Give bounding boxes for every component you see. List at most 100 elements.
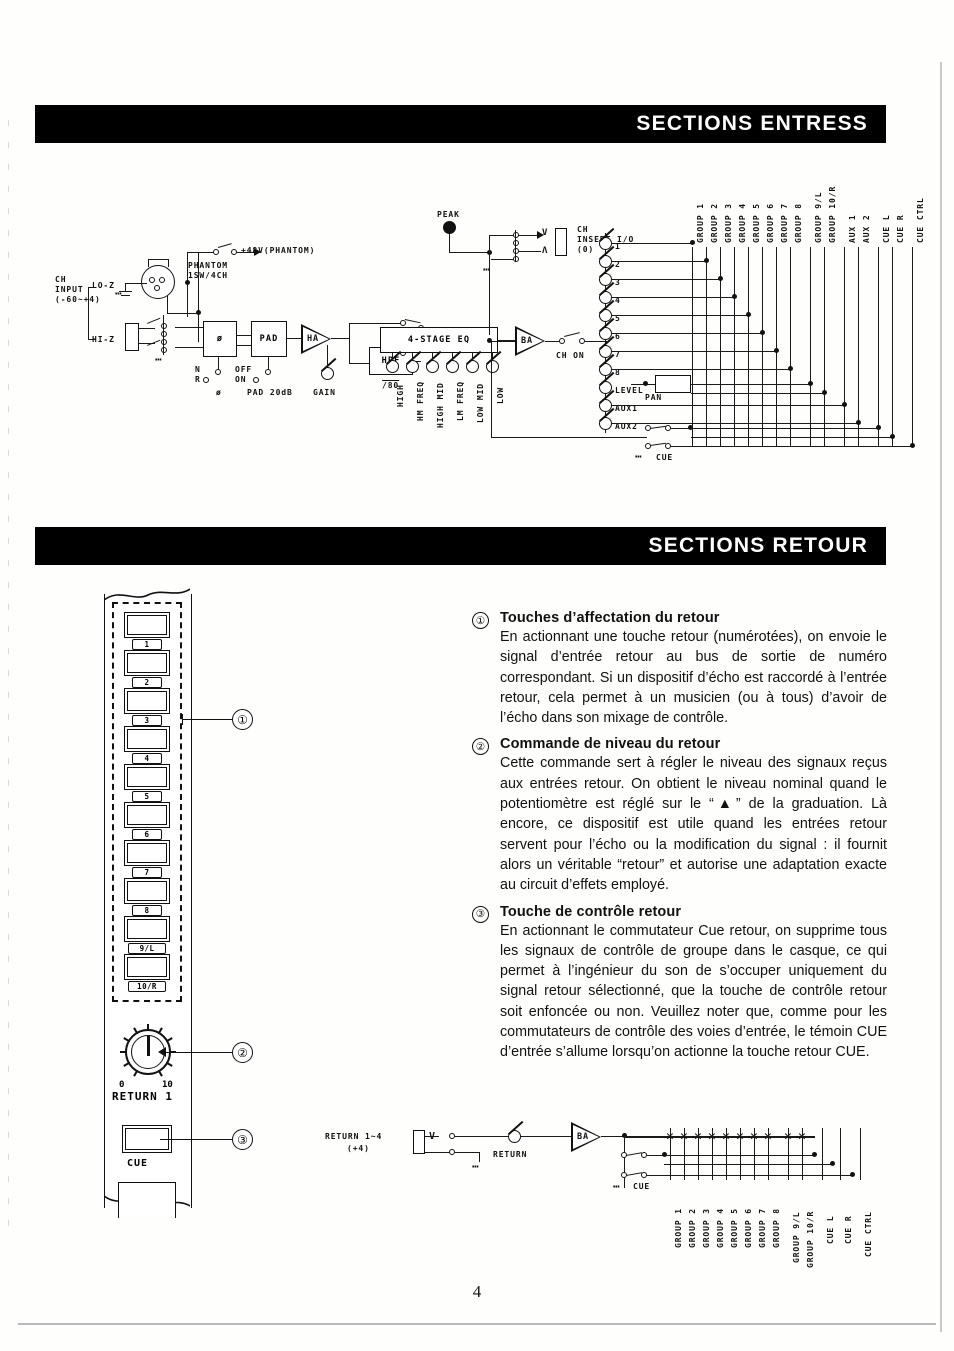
- bus-label-group-6: GROUP 6: [766, 202, 775, 243]
- return-bus-label-cue-r: CUE R: [844, 1215, 853, 1244]
- body-text-column: ① Touches d’affectation du retour En act…: [472, 610, 887, 1071]
- text-item-1-body: En actionnant une touche retour (numérot…: [500, 629, 887, 727]
- phase-box-label: ø: [216, 334, 224, 344]
- return-bus-label-cue-ctrl: CUE CTRL: [864, 1211, 873, 1257]
- phase-pos-n-label: N: [195, 365, 201, 374]
- callout-marker-3-label: ③: [237, 1132, 248, 1147]
- return-assign-label-1: 1: [144, 640, 150, 649]
- return-assign-cap-7: 7: [132, 867, 162, 878]
- bus-label-group-10r: GROUP 10/R: [828, 185, 837, 243]
- bus-label-group-1: GROUP 1: [696, 202, 705, 243]
- ba-box-label: BA: [521, 336, 534, 346]
- phantom-supply-label: +48V(PHANTOM): [241, 246, 316, 255]
- callout-marker-1: ①: [232, 709, 253, 730]
- cue-label: CUE: [656, 453, 674, 462]
- pad-pos-off-label: OFF: [235, 365, 253, 374]
- input-section-block-diagram: CH INPUT (-60~+4) LO-Z HI-Z ⋯ +48V(PHANT…: [55, 186, 925, 485]
- ground-symbol-icon-4: ⋯: [635, 450, 642, 463]
- return-assign-cap-2: 2: [132, 677, 162, 688]
- bus-label-group-4: GROUP 4: [738, 202, 747, 243]
- return-assign-label-7: 7: [144, 868, 150, 877]
- peak-label: PEAK: [437, 210, 460, 219]
- return-assign-button-3[interactable]: [124, 688, 170, 714]
- scan-artifact-bottom: [18, 1323, 936, 1325]
- ground-symbol-icon-3: ⋯: [483, 263, 490, 276]
- bus-label-cue-ctrl: CUE CTRL: [916, 197, 925, 243]
- bus-label-cue-r: CUE R: [896, 214, 905, 243]
- eq-knob-lm-freq-icon: [446, 360, 459, 373]
- hi-z-jack-icon: [125, 323, 139, 351]
- eq-label-lm-freq: LM FREQ: [456, 380, 465, 421]
- bus-label-cue-l: CUE L: [882, 214, 891, 243]
- return-bus-label-group-5: GROUP 5: [730, 1207, 739, 1248]
- bus-label-group-8: GROUP 8: [794, 202, 803, 243]
- return-assign-cap-10r: 10/R: [128, 981, 166, 992]
- callout-line-3: [160, 1139, 232, 1141]
- eq-knob-high-mid-icon: [426, 360, 439, 373]
- eq-label-low: LOW: [496, 386, 505, 404]
- return-section-block-diagram: RETURN 1~4 (+4) V ⋯ RETURN BA CUE ⋯ ✕ ✕ …: [325, 1120, 915, 1295]
- phantom-switch-label: PHANTOM 1SW/4CH: [188, 261, 229, 280]
- callout-arrow-2: [158, 1047, 166, 1057]
- panel-lower-plate: [118, 1182, 176, 1218]
- return-knob-scale-max: 10: [162, 1080, 173, 1090]
- pad-label: PAD 20dB: [247, 388, 293, 397]
- return-assign-button-7[interactable]: [124, 840, 170, 866]
- eq-block: 4-STAGE EQ: [380, 327, 498, 353]
- return-assign-button-2[interactable]: [124, 650, 170, 676]
- bus-label-group-5: GROUP 5: [752, 202, 761, 243]
- ha-box-label: HA: [307, 334, 320, 344]
- callout-line-2: [160, 1052, 232, 1054]
- return-assign-button-8[interactable]: [124, 878, 170, 904]
- return-assign-button-4[interactable]: [124, 726, 170, 752]
- text-item-2-body: Cette commande sert à régler le niveau d…: [500, 755, 887, 894]
- return-panel-illustration: 1 2 3 4 5 6 7 8 9/L 10/R ① 0 10 RETURN 1…: [100, 586, 253, 1218]
- return-bus-label-group-7: GROUP 7: [758, 1207, 767, 1248]
- return-bus-label-group-8: GROUP 8: [772, 1207, 781, 1248]
- return-assign-label-3: 3: [144, 716, 150, 725]
- gain-label: GAIN: [313, 388, 336, 397]
- return-knob-label: RETURN 1: [112, 1090, 173, 1103]
- return-assign-label-8: 8: [144, 906, 150, 915]
- return-bus-label-group-4: GROUP 4: [716, 1207, 725, 1248]
- text-item-2: ② Commande de niveau du retour Cette com…: [472, 736, 887, 895]
- return-bus-label-group-3: GROUP 3: [702, 1207, 711, 1248]
- return-assign-cap-1: 1: [132, 639, 162, 650]
- eq-knob-hm-freq-icon: [406, 360, 419, 373]
- peak-led-icon: [443, 221, 456, 234]
- return-assign-button-1[interactable]: [124, 612, 170, 638]
- text-item-3-title: Touche de contrôle retour: [500, 903, 682, 920]
- text-item-1-title: Touches d’affectation du retour: [500, 610, 720, 626]
- eq-knob-low-icon: [486, 360, 499, 373]
- return-knob-scale-min: 0: [119, 1080, 125, 1090]
- return-assign-button-5[interactable]: [124, 764, 170, 790]
- return-assign-label-9l: 9/L: [139, 944, 155, 953]
- return-assign-button-10r[interactable]: [124, 954, 170, 980]
- pad-box-label: PAD: [259, 334, 279, 344]
- return-assign-label-10r: 10/R: [137, 982, 157, 991]
- eq-label-high: HIGH: [396, 384, 405, 407]
- panel-torn-top-edge: [104, 588, 190, 601]
- hi-z-label: HI-Z: [92, 335, 115, 344]
- text-item-1-marker: ①: [472, 612, 489, 629]
- return-assign-cap-4: 4: [132, 753, 162, 764]
- gain-knob-icon: [321, 367, 334, 380]
- insert-out-symbol: Λ: [542, 246, 549, 256]
- callout-marker-1-label: ①: [237, 712, 248, 727]
- return-bus-label-group-2: GROUP 2: [688, 1207, 697, 1248]
- xlr-connector-icon: [141, 265, 175, 299]
- return-bus-label-group-1: GROUP 1: [674, 1207, 683, 1248]
- phase-label: ø: [216, 388, 222, 397]
- callout-marker-2-label: ②: [237, 1045, 248, 1060]
- return-cue-button-label: CUE: [127, 1158, 149, 1169]
- callout-line-1: [182, 719, 232, 721]
- eq-label-hm-freq: HM FREQ: [416, 380, 425, 421]
- return-assign-button-6[interactable]: [124, 802, 170, 828]
- return-cue-label: CUE: [633, 1182, 651, 1191]
- text-item-3-marker: ③: [472, 905, 489, 923]
- return-bus-label-group-10r: GROUP 10/R: [806, 1210, 815, 1268]
- section-header-entress: SECTIONS ENTRESS: [35, 105, 886, 143]
- return-assign-button-9l[interactable]: [124, 916, 170, 942]
- bus-label-aux-1: AUX 1: [848, 214, 857, 243]
- phase-block: ø: [203, 321, 237, 357]
